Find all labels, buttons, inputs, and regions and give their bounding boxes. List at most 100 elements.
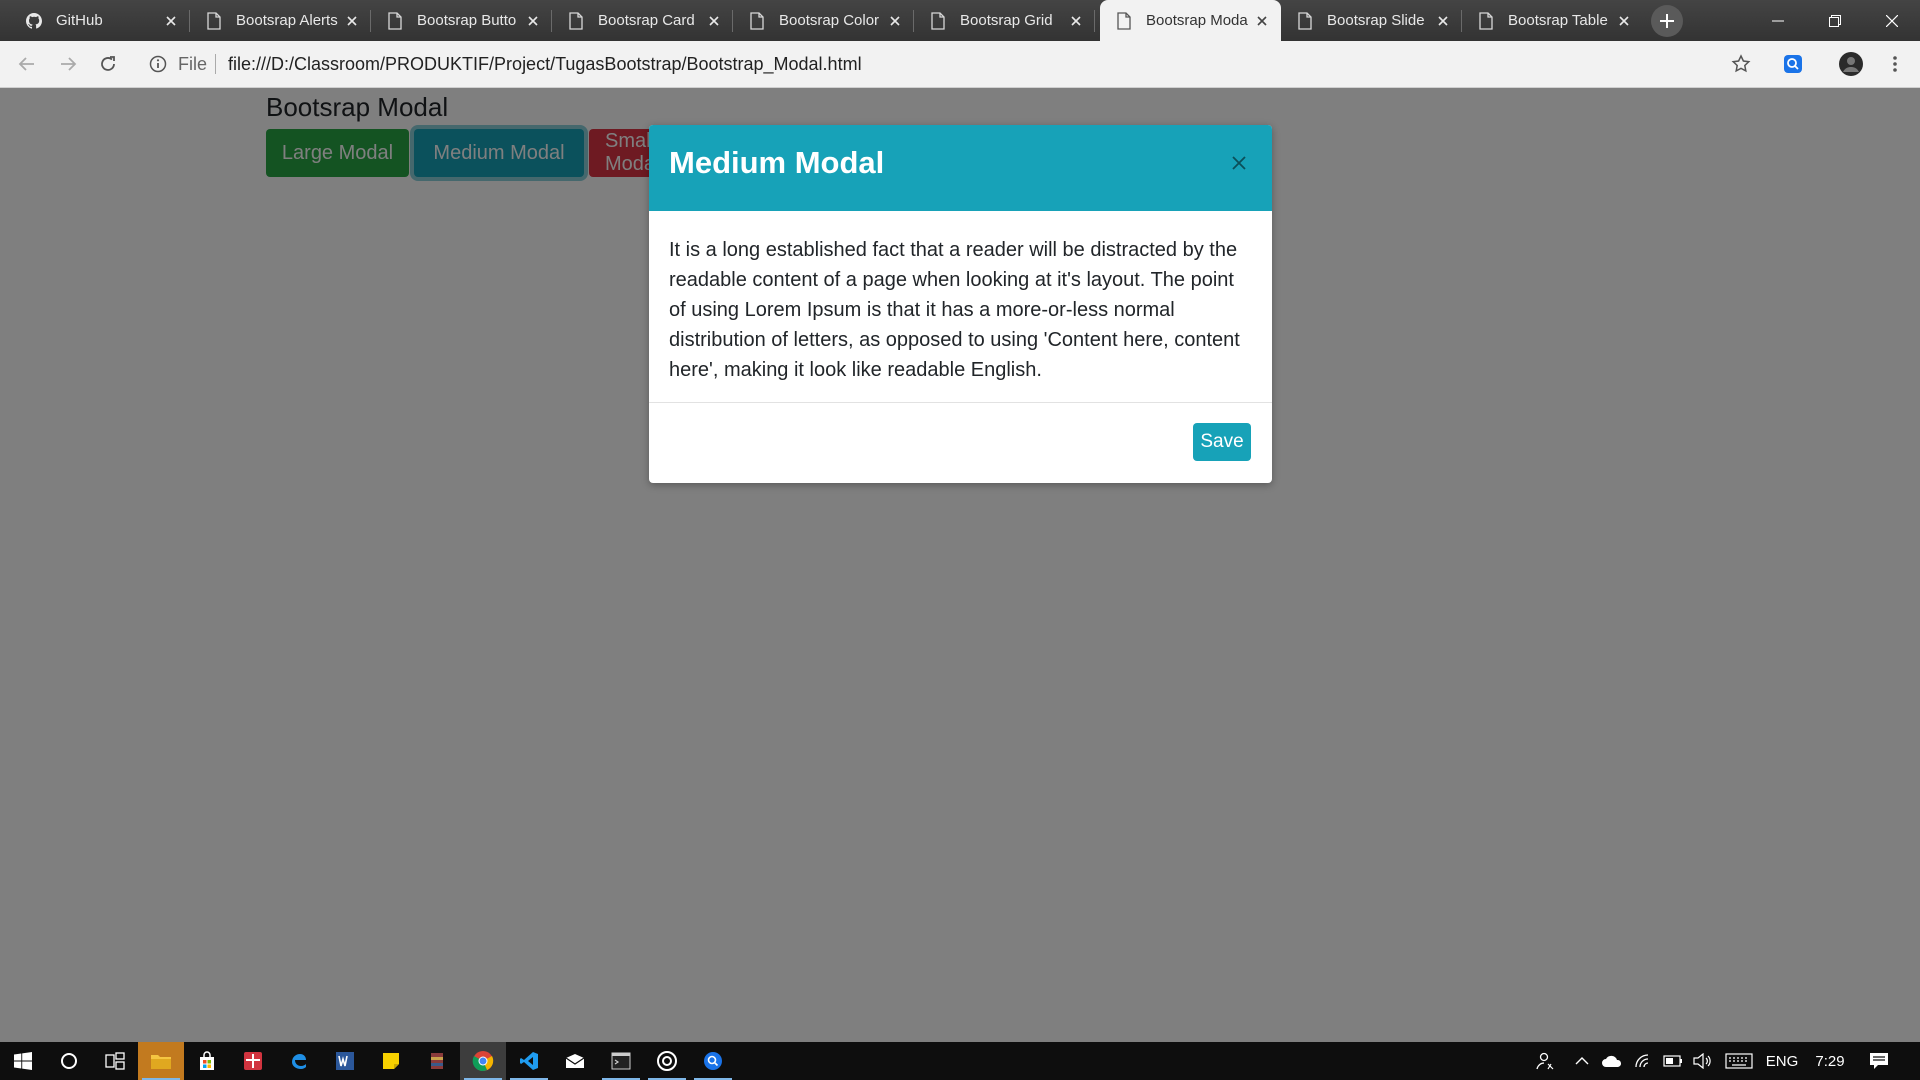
bookmark-button[interactable] (1726, 49, 1756, 79)
forward-button[interactable] (53, 49, 83, 79)
modal-title: Medium Modal (669, 145, 885, 180)
close-icon (1232, 156, 1246, 170)
restore-button[interactable] (1806, 0, 1863, 41)
taskbar-mail[interactable] (552, 1042, 598, 1080)
taskbar-store[interactable] (184, 1042, 230, 1080)
tab-bootstrap-table[interactable]: Bootsrap Table (1462, 0, 1643, 41)
folder-icon (151, 1055, 171, 1069)
taskbar-winrar[interactable] (414, 1042, 460, 1080)
task-view-button[interactable] (92, 1042, 138, 1080)
speaker-icon (1693, 1053, 1711, 1069)
taskbar-sticky-notes[interactable] (368, 1042, 414, 1080)
close-icon[interactable] (160, 10, 182, 32)
taskbar-search-app[interactable] (690, 1042, 736, 1080)
tab-github[interactable]: GitHub (10, 0, 190, 41)
tab-title: Bootsrap Alerts (236, 12, 338, 29)
network-button[interactable] (1630, 1042, 1656, 1080)
page-icon (569, 11, 583, 30)
gift-icon (244, 1052, 262, 1070)
plus-icon (1660, 14, 1674, 28)
task-view-icon (105, 1052, 125, 1070)
tab-bootstrap-slide[interactable]: Bootsrap Slide (1281, 0, 1462, 41)
tab-bootstrap-grid[interactable]: Bootsrap Grid (914, 0, 1095, 41)
taskbar-chrome[interactable] (460, 1042, 506, 1080)
start-button[interactable] (0, 1042, 46, 1080)
search-icon (704, 1052, 722, 1070)
info-icon[interactable] (148, 54, 168, 74)
github-icon (26, 12, 42, 29)
tab-title: Bootsrap Table (1508, 12, 1608, 29)
taskbar-app-ring[interactable] (644, 1042, 690, 1080)
notification-icon (1870, 1053, 1888, 1069)
restore-icon (1828, 14, 1841, 27)
extension-button[interactable] (1778, 49, 1808, 79)
minimize-button[interactable] (1749, 0, 1806, 41)
terminal-icon (611, 1052, 631, 1070)
browser-toolbar: File file:///D:/Classroom/PRODUKTIF/Proj… (0, 41, 1920, 88)
close-window-button[interactable] (1863, 0, 1920, 41)
tab-separator (1094, 10, 1095, 32)
vscode-icon (520, 1052, 538, 1070)
close-icon[interactable] (522, 10, 544, 32)
page-icon (207, 11, 221, 30)
taskbar-file-explorer[interactable] (138, 1042, 184, 1080)
sticky-notes-icon (383, 1053, 399, 1069)
tab-title: Bootsrap Card (598, 12, 695, 29)
profile-button[interactable] (1836, 49, 1866, 79)
close-icon[interactable] (884, 10, 906, 32)
taskbar-gift-app[interactable] (230, 1042, 276, 1080)
avatar (1839, 52, 1863, 76)
reload-button[interactable] (93, 49, 123, 79)
back-button[interactable] (12, 49, 42, 79)
close-icon (1885, 14, 1898, 27)
battery-icon (1663, 1055, 1682, 1067)
touch-keyboard-button[interactable] (1722, 1042, 1756, 1080)
close-icon[interactable] (1065, 10, 1087, 32)
page-icon (750, 11, 764, 30)
tab-bootstrap-modal[interactable]: Bootsrap Moda (1100, 0, 1281, 41)
search-extension-icon (1784, 55, 1802, 73)
close-icon[interactable] (341, 10, 363, 32)
chevron-up-icon (1575, 1057, 1589, 1065)
show-hidden-icons-button[interactable] (1570, 1042, 1594, 1080)
archive-icon (431, 1053, 443, 1069)
save-button[interactable]: Save (1193, 423, 1251, 461)
close-icon[interactable] (1251, 10, 1273, 32)
tab-bootstrap-buttons[interactable]: Bootsrap Butto (371, 0, 552, 41)
taskbar-terminal[interactable] (598, 1042, 644, 1080)
menu-button[interactable] (1880, 49, 1910, 79)
wifi-icon (1635, 1054, 1649, 1068)
close-icon[interactable] (1432, 10, 1454, 32)
url-scheme-label: File (178, 53, 208, 74)
close-icon[interactable] (1613, 10, 1635, 32)
cortana-button[interactable] (46, 1042, 92, 1080)
input-language[interactable]: ENG (1762, 1042, 1802, 1080)
new-tab-button[interactable] (1651, 5, 1683, 37)
page-icon (388, 11, 402, 30)
keyboard-icon (1725, 1053, 1753, 1069)
address-bar[interactable]: File file:///D:/Classroom/PRODUKTIF/Proj… (138, 47, 1764, 81)
arrow-left-icon (18, 57, 34, 71)
modal-footer-divider (649, 402, 1272, 403)
clock[interactable]: 7:29 (1810, 1042, 1850, 1080)
tab-bootstrap-alerts[interactable]: Bootsrap Alerts (190, 0, 371, 41)
onedrive-button[interactable] (1598, 1042, 1626, 1080)
taskbar-edge[interactable] (276, 1042, 322, 1080)
battery-button[interactable] (1660, 1042, 1686, 1080)
volume-button[interactable] (1690, 1042, 1716, 1080)
tab-bootstrap-card[interactable]: Bootsrap Card (552, 0, 733, 41)
minimize-icon (1771, 20, 1784, 21)
tab-title: GitHub (56, 12, 103, 29)
modal-close-button[interactable] (1227, 151, 1251, 175)
page-icon (1298, 11, 1312, 30)
mail-icon (565, 1054, 585, 1068)
taskbar-vscode[interactable] (506, 1042, 552, 1080)
url-text[interactable]: file:///D:/Classroom/PRODUKTIF/Project/T… (228, 54, 862, 75)
action-center-button[interactable] (1862, 1042, 1896, 1080)
word-icon (336, 1052, 354, 1070)
star-icon (1731, 54, 1751, 73)
taskbar-word[interactable] (322, 1042, 368, 1080)
close-icon[interactable] (703, 10, 725, 32)
people-button[interactable] (1530, 1042, 1560, 1080)
tab-bootstrap-color[interactable]: Bootsrap Color (733, 0, 914, 41)
